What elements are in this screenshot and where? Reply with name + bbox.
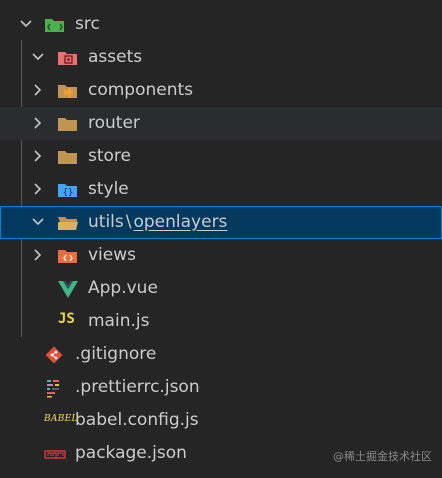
tree-item-label: store bbox=[88, 146, 131, 166]
folder-src-open-icon bbox=[44, 15, 64, 35]
tree-row-prettierrc[interactable]: .prettierrc.json bbox=[0, 371, 442, 404]
tree-item-label: babel.config.js bbox=[75, 410, 199, 430]
tree-row-utils-openlayers[interactable]: utils \ openlayers bbox=[0, 206, 442, 239]
watermark: @稀土掘金技术社区 bbox=[333, 450, 432, 463]
tree-item-label: utils \ openlayers bbox=[88, 212, 227, 233]
chevron-right-icon[interactable] bbox=[30, 148, 46, 164]
chevron-down-icon[interactable] bbox=[30, 49, 46, 65]
folder-style-icon: {} bbox=[57, 180, 77, 200]
svg-text:{}: {} bbox=[63, 188, 74, 198]
folder-assets-open-icon bbox=[57, 48, 77, 68]
tree-row-gitignore[interactable]: .gitignore bbox=[0, 338, 442, 371]
tree-row-style[interactable]: {} style bbox=[0, 173, 442, 206]
tree-row-app-vue[interactable]: App.vue bbox=[0, 272, 442, 305]
tree-item-label: App.vue bbox=[88, 278, 158, 298]
tree-item-label: .gitignore bbox=[75, 344, 157, 364]
tree-row-main-js[interactable]: JS main.js bbox=[0, 305, 442, 338]
folder-icon bbox=[57, 114, 77, 134]
tree-row-components[interactable]: components bbox=[0, 74, 442, 107]
git-icon bbox=[44, 345, 64, 365]
folder-name-utils[interactable]: utils bbox=[88, 212, 124, 232]
tree-row-assets[interactable]: assets bbox=[0, 41, 442, 74]
tree-item-label: style bbox=[88, 179, 129, 199]
tree-item-label: .prettierrc.json bbox=[75, 377, 200, 397]
chevron-right-icon[interactable] bbox=[30, 247, 46, 263]
chevron-right-icon[interactable] bbox=[30, 82, 46, 98]
chevron-right-icon[interactable] bbox=[30, 181, 46, 197]
tree-row-store[interactable]: store bbox=[0, 140, 442, 173]
chevron-down-icon[interactable] bbox=[18, 16, 34, 32]
tree-item-label: src bbox=[75, 14, 100, 34]
tree-row-babel-config[interactable]: BABEL babel.config.js bbox=[0, 404, 442, 437]
tree-row-views[interactable]: views bbox=[0, 239, 442, 272]
file-explorer-tree: src assets components router store {} st… bbox=[0, 0, 442, 478]
tree-item-label: router bbox=[88, 113, 140, 133]
tree-row-src[interactable]: src bbox=[0, 8, 442, 41]
javascript-icon: JS bbox=[58, 311, 75, 327]
tree-item-label: package.json bbox=[75, 443, 187, 463]
folder-name-openlayers[interactable]: openlayers bbox=[133, 212, 227, 232]
babel-icon: BABEL bbox=[44, 414, 78, 424]
tree-item-label: views bbox=[88, 245, 137, 265]
folder-components-icon bbox=[57, 81, 77, 101]
prettier-icon bbox=[44, 378, 64, 398]
chevron-down-icon[interactable] bbox=[30, 214, 46, 230]
vue-icon bbox=[57, 279, 78, 299]
chevron-right-icon[interactable] bbox=[30, 115, 46, 131]
file-icon bbox=[46, 0, 66, 3]
tree-item-label: main.js bbox=[88, 311, 150, 331]
folder-views-icon bbox=[57, 246, 77, 266]
tree-row-router[interactable]: router bbox=[0, 107, 442, 140]
npm-icon bbox=[44, 444, 66, 464]
folder-icon bbox=[57, 147, 77, 167]
folder-open-icon bbox=[57, 213, 78, 233]
tree-item-label: assets bbox=[88, 47, 143, 67]
tree-item-label: components bbox=[88, 80, 194, 100]
